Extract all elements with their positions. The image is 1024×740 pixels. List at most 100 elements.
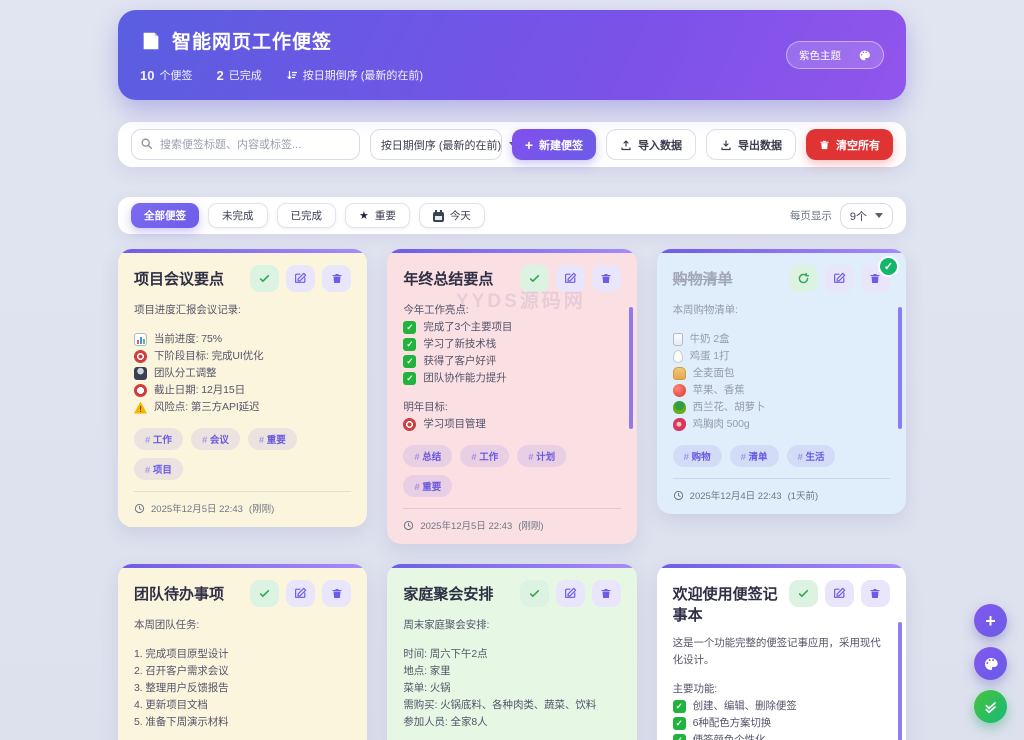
app-container: 智能网页工作便签 10个便签 2已完成 按日期倒序 (最新的在前) 紫色主题 [118, 10, 906, 740]
card-scrollbar[interactable] [898, 622, 902, 740]
filter-label: 未完成 [222, 208, 254, 223]
notes-grid: 项目会议要点 项目进度汇报会议记录:当前进度: 75%下阶段目标: 完成UI优化… [118, 249, 906, 740]
edit-icon [833, 272, 846, 285]
filter-button[interactable]: 未完成 [208, 203, 268, 228]
edit-note-button[interactable] [556, 265, 585, 292]
check-icon: ✓ [673, 734, 686, 740]
delete-note-button[interactable] [592, 580, 621, 607]
delete-note-button[interactable] [322, 580, 351, 607]
note-line: ✓6种配色方案切换 [673, 715, 890, 732]
upload-icon [620, 139, 632, 151]
meat-icon [673, 418, 686, 431]
fab-add-note-button[interactable]: + [974, 604, 1007, 637]
note-line: ✓获得了客户好评 [403, 353, 620, 370]
app-header: 智能网页工作便签 10个便签 2已完成 按日期倒序 (最新的在前) 紫色主题 [118, 10, 906, 100]
note-line: 时间: 周六下午2点 [403, 646, 620, 663]
check-icon [528, 587, 541, 600]
filter-button[interactable]: 已完成 [277, 203, 337, 228]
tag-pill[interactable]: # 购物 [673, 445, 722, 467]
note-card: 年终总结要点 今年工作亮点:✓完成了3个主要项目✓学习了新技术栈✓获得了客户好评… [387, 249, 636, 544]
complete-note-button[interactable] [520, 580, 549, 607]
note-title: 购物清单 [673, 265, 733, 289]
trash-icon [869, 272, 881, 285]
complete-note-button[interactable] [250, 580, 279, 607]
note-content: 本周团队任务:1. 完成项目原型设计2. 召开客户需求会议3. 整理用户反馈报告… [134, 617, 351, 731]
filter-button[interactable]: 全部便签 [131, 203, 199, 228]
edit-note-button[interactable] [825, 580, 854, 607]
theme-button-label: 紫色主题 [799, 48, 841, 63]
theme-switch-button[interactable]: 紫色主题 [786, 41, 884, 69]
import-button[interactable]: 导入数据 [606, 129, 696, 160]
check-icon: ✓ [673, 700, 686, 713]
trash-icon [600, 272, 612, 285]
note-line: ✓团队协作能力提升 [403, 370, 620, 387]
warning-icon: ! [134, 401, 147, 414]
note-line: ✓完成了3个主要项目 [403, 319, 620, 336]
tag-pill[interactable]: # 重要 [403, 475, 452, 497]
delete-note-button[interactable] [592, 265, 621, 292]
trash-icon [819, 139, 830, 151]
card-actions [250, 580, 351, 607]
note-age: (刚刚) [518, 518, 543, 532]
edit-note-button[interactable] [286, 580, 315, 607]
check-icon [258, 587, 271, 600]
sort-select[interactable]: 按日期倒序 (最新的在前) [370, 129, 502, 160]
check-icon: ✓ [673, 717, 686, 730]
card-header: 年终总结要点 [403, 265, 620, 292]
export-button[interactable]: 导出数据 [706, 129, 796, 160]
apple-icon [673, 384, 686, 397]
note-title: 团队待办事项 [134, 580, 224, 604]
fab-complete-all-button[interactable] [974, 690, 1007, 723]
note-card: ✓ 购物清单 本周购物清单:牛奶 2盒鸡蛋 1打全麦面包苹果、香蕉西兰花、胡萝卜… [657, 249, 906, 514]
card-scrollbar[interactable] [898, 307, 902, 429]
edit-note-button[interactable] [286, 265, 315, 292]
search-input[interactable] [131, 129, 360, 160]
tag-pill[interactable]: # 重要 [248, 428, 297, 450]
filter-label: 今天 [450, 208, 471, 223]
filter-label: 已完成 [291, 208, 323, 223]
tag-pill[interactable]: # 项目 [134, 458, 183, 480]
fab-theme-button[interactable] [974, 647, 1007, 680]
per-page-select[interactable]: 9个 [840, 203, 893, 229]
complete-note-button[interactable] [250, 265, 279, 292]
tag-pill[interactable]: # 生活 [787, 445, 836, 467]
delete-note-button[interactable] [322, 265, 351, 292]
edit-icon [564, 272, 577, 285]
page-title: 智能网页工作便签 [172, 27, 332, 54]
complete-note-button[interactable] [789, 265, 818, 292]
note-card: 团队待办事项 本周团队任务:1. 完成项目原型设计2. 召开客户需求会议3. 整… [118, 564, 367, 740]
tag-pill[interactable]: # 总结 [403, 445, 452, 467]
check-icon: ✓ [403, 355, 416, 368]
tag-pill[interactable]: # 会议 [191, 428, 240, 450]
new-note-button[interactable]: + 新建便签 [512, 129, 596, 160]
clear-all-button[interactable]: 清空所有 [806, 129, 893, 160]
per-page-label: 每页显示 [790, 208, 832, 223]
tag-pill[interactable]: # 工作 [460, 445, 509, 467]
delete-note-button[interactable] [861, 580, 890, 607]
card-scrollbar[interactable] [629, 307, 633, 429]
edit-icon [564, 587, 577, 600]
people-icon [134, 367, 147, 380]
note-title: 年终总结要点 [403, 265, 493, 289]
edit-note-button[interactable] [556, 580, 585, 607]
tag-pill[interactable]: # 工作 [134, 428, 183, 450]
star-icon [359, 209, 369, 222]
filter-button[interactable]: 今天 [419, 203, 485, 228]
card-header: 家庭聚会安排 [403, 580, 620, 607]
note-line [673, 319, 890, 331]
complete-note-button[interactable] [789, 580, 818, 607]
card-accent-strip [387, 249, 636, 253]
palette-icon [983, 656, 999, 672]
note-content: 这是一个功能完整的便签记事应用，采用现代化设计。主要功能:✓创建、编辑、删除便签… [673, 635, 890, 740]
tag-pill[interactable]: # 清单 [730, 445, 779, 467]
edit-note-button[interactable] [825, 265, 854, 292]
note-line: 牛奶 2盒 [673, 331, 890, 348]
complete-note-button[interactable] [520, 265, 549, 292]
card-header: 欢迎使用便签记事本 [673, 580, 890, 625]
per-page-value: 9个 [850, 208, 867, 224]
note-line: 鸡胸肉 500g [673, 416, 890, 433]
filter-button[interactable]: 重要 [345, 203, 410, 228]
tag-pill[interactable]: # 计划 [517, 445, 566, 467]
card-accent-strip [118, 564, 367, 568]
target-icon [134, 350, 147, 363]
